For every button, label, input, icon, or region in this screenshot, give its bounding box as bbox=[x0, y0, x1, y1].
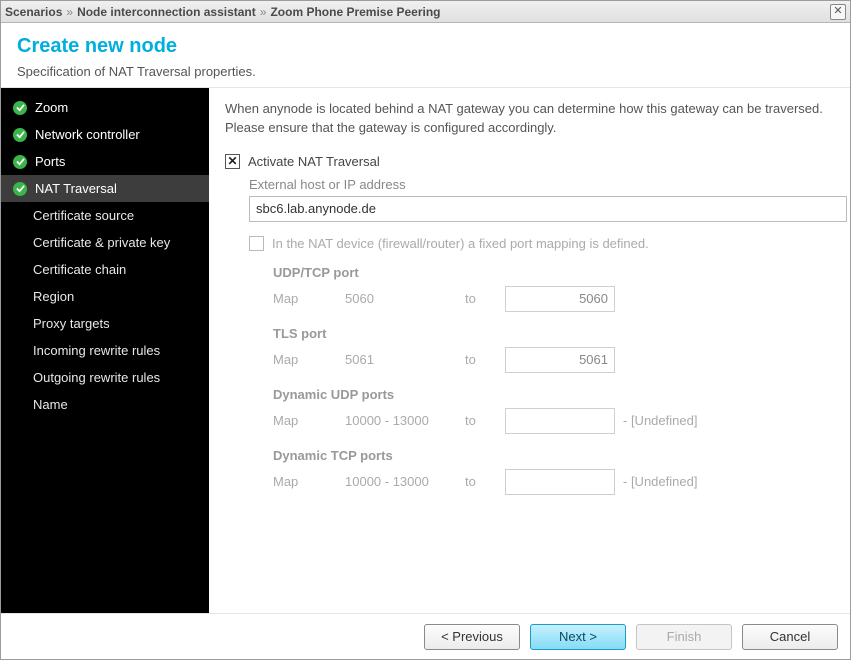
wizard-window: Scenarios » Node interconnection assista… bbox=[0, 0, 851, 660]
fixed-mapping-checkbox[interactable] bbox=[249, 236, 264, 251]
sidebar-item-label: Certificate source bbox=[33, 208, 134, 223]
udptcp-port-row: Map 5060 to bbox=[273, 286, 834, 312]
sidebar-item-label: Region bbox=[33, 289, 74, 304]
tls-port-row: Map 5061 to bbox=[273, 347, 834, 373]
check-icon bbox=[13, 155, 27, 169]
check-icon bbox=[13, 101, 27, 115]
sidebar-item-label: Zoom bbox=[35, 100, 68, 115]
sidebar-item-outgoing-rewrite-rules[interactable]: Outgoing rewrite rules bbox=[1, 364, 209, 391]
activate-nat-label: Activate NAT Traversal bbox=[248, 154, 380, 169]
sidebar-item-label: Incoming rewrite rules bbox=[33, 343, 160, 358]
next-button[interactable]: Next > bbox=[530, 624, 626, 650]
udptcp-src-port: 5060 bbox=[345, 291, 465, 306]
tls-port-block: TLS port Map 5061 to bbox=[273, 326, 834, 373]
dynamic-tcp-title: Dynamic TCP ports bbox=[273, 448, 834, 463]
check-icon bbox=[13, 182, 27, 196]
dynamic-tcp-row: Map 10000 - 13000 to - [Undefined] bbox=[273, 469, 834, 495]
udptcp-port-block: UDP/TCP port Map 5060 to bbox=[273, 265, 834, 312]
dynamic-tcp-undefined: - [Undefined] bbox=[623, 474, 697, 489]
intro-text: When anynode is located behind a NAT gat… bbox=[225, 100, 834, 138]
header: Create new node Specification of NAT Tra… bbox=[1, 23, 850, 88]
sidebar-item-label: Certificate chain bbox=[33, 262, 126, 277]
to-label: to bbox=[465, 291, 505, 306]
sidebar-item-zoom[interactable]: Zoom bbox=[1, 94, 209, 121]
udptcp-port-title: UDP/TCP port bbox=[273, 265, 834, 280]
udptcp-dst-port-input[interactable] bbox=[505, 286, 615, 312]
close-button[interactable]: ✕ bbox=[830, 4, 846, 20]
breadcrumb-sep-icon: » bbox=[66, 5, 73, 19]
sidebar-item-label: NAT Traversal bbox=[35, 181, 117, 196]
map-label: Map bbox=[273, 352, 345, 367]
activate-nat-row: Activate NAT Traversal bbox=[225, 154, 834, 169]
cancel-button[interactable]: Cancel bbox=[742, 624, 838, 650]
check-icon bbox=[13, 128, 27, 142]
fixed-mapping-label: In the NAT device (firewall/router) a fi… bbox=[272, 236, 649, 251]
map-label: Map bbox=[273, 291, 345, 306]
dynamic-udp-undefined: - [Undefined] bbox=[623, 413, 697, 428]
breadcrumb-leaf: Zoom Phone Premise Peering bbox=[270, 5, 440, 19]
sidebar-item-incoming-rewrite-rules[interactable]: Incoming rewrite rules bbox=[1, 337, 209, 364]
fixed-mapping-row: In the NAT device (firewall/router) a fi… bbox=[249, 236, 834, 251]
external-host-input[interactable] bbox=[249, 196, 847, 222]
breadcrumb-root[interactable]: Scenarios bbox=[5, 5, 62, 19]
dynamic-tcp-dst-input[interactable] bbox=[505, 469, 615, 495]
port-mapping-section: UDP/TCP port Map 5060 to TLS port Map 50… bbox=[273, 265, 834, 495]
previous-button[interactable]: < Previous bbox=[424, 624, 520, 650]
body: Zoom Network controller Ports NAT Traver… bbox=[1, 88, 850, 613]
breadcrumb-mid[interactable]: Node interconnection assistant bbox=[77, 5, 256, 19]
dynamic-tcp-block: Dynamic TCP ports Map 10000 - 13000 to -… bbox=[273, 448, 834, 495]
dynamic-udp-row: Map 10000 - 13000 to - [Undefined] bbox=[273, 408, 834, 434]
dynamic-tcp-src: 10000 - 13000 bbox=[345, 474, 465, 489]
to-label: to bbox=[465, 474, 505, 489]
sidebar-item-nat-traversal[interactable]: NAT Traversal bbox=[1, 175, 209, 202]
sidebar-item-ports[interactable]: Ports bbox=[1, 148, 209, 175]
sidebar-item-label: Proxy targets bbox=[33, 316, 110, 331]
page-title: Create new node bbox=[17, 35, 834, 58]
sidebar-item-certificate-source[interactable]: Certificate source bbox=[1, 202, 209, 229]
breadcrumb-sep-icon: » bbox=[260, 5, 267, 19]
sidebar-item-name[interactable]: Name bbox=[1, 391, 209, 418]
dynamic-udp-block: Dynamic UDP ports Map 10000 - 13000 to -… bbox=[273, 387, 834, 434]
sidebar-item-network-controller[interactable]: Network controller bbox=[1, 121, 209, 148]
finish-button: Finish bbox=[636, 624, 732, 650]
sidebar-item-label: Ports bbox=[35, 154, 65, 169]
sidebar-item-certificate-chain[interactable]: Certificate chain bbox=[1, 256, 209, 283]
map-label: Map bbox=[273, 413, 345, 428]
sidebar: Zoom Network controller Ports NAT Traver… bbox=[1, 88, 209, 613]
activate-nat-checkbox[interactable] bbox=[225, 154, 240, 169]
footer: < Previous Next > Finish Cancel bbox=[1, 613, 850, 659]
sidebar-item-label: Certificate & private key bbox=[33, 235, 170, 250]
breadcrumb: Scenarios » Node interconnection assista… bbox=[5, 5, 830, 19]
dynamic-udp-title: Dynamic UDP ports bbox=[273, 387, 834, 402]
dynamic-udp-dst-input[interactable] bbox=[505, 408, 615, 434]
dynamic-udp-src: 10000 - 13000 bbox=[345, 413, 465, 428]
to-label: to bbox=[465, 352, 505, 367]
sidebar-item-proxy-targets[interactable]: Proxy targets bbox=[1, 310, 209, 337]
sidebar-item-label: Name bbox=[33, 397, 68, 412]
to-label: to bbox=[465, 413, 505, 428]
sidebar-item-certificate-private-key[interactable]: Certificate & private key bbox=[1, 229, 209, 256]
close-icon: ✕ bbox=[833, 5, 842, 17]
page-subtitle: Specification of NAT Traversal propertie… bbox=[17, 64, 834, 79]
content: When anynode is located behind a NAT gat… bbox=[209, 88, 850, 613]
tls-dst-port-input[interactable] bbox=[505, 347, 615, 373]
titlebar: Scenarios » Node interconnection assista… bbox=[1, 1, 850, 23]
nat-subsection: External host or IP address In the NAT d… bbox=[249, 177, 834, 495]
external-host-label: External host or IP address bbox=[249, 177, 834, 192]
sidebar-item-label: Network controller bbox=[35, 127, 140, 142]
tls-port-title: TLS port bbox=[273, 326, 834, 341]
map-label: Map bbox=[273, 474, 345, 489]
sidebar-item-label: Outgoing rewrite rules bbox=[33, 370, 160, 385]
tls-src-port: 5061 bbox=[345, 352, 465, 367]
sidebar-item-region[interactable]: Region bbox=[1, 283, 209, 310]
